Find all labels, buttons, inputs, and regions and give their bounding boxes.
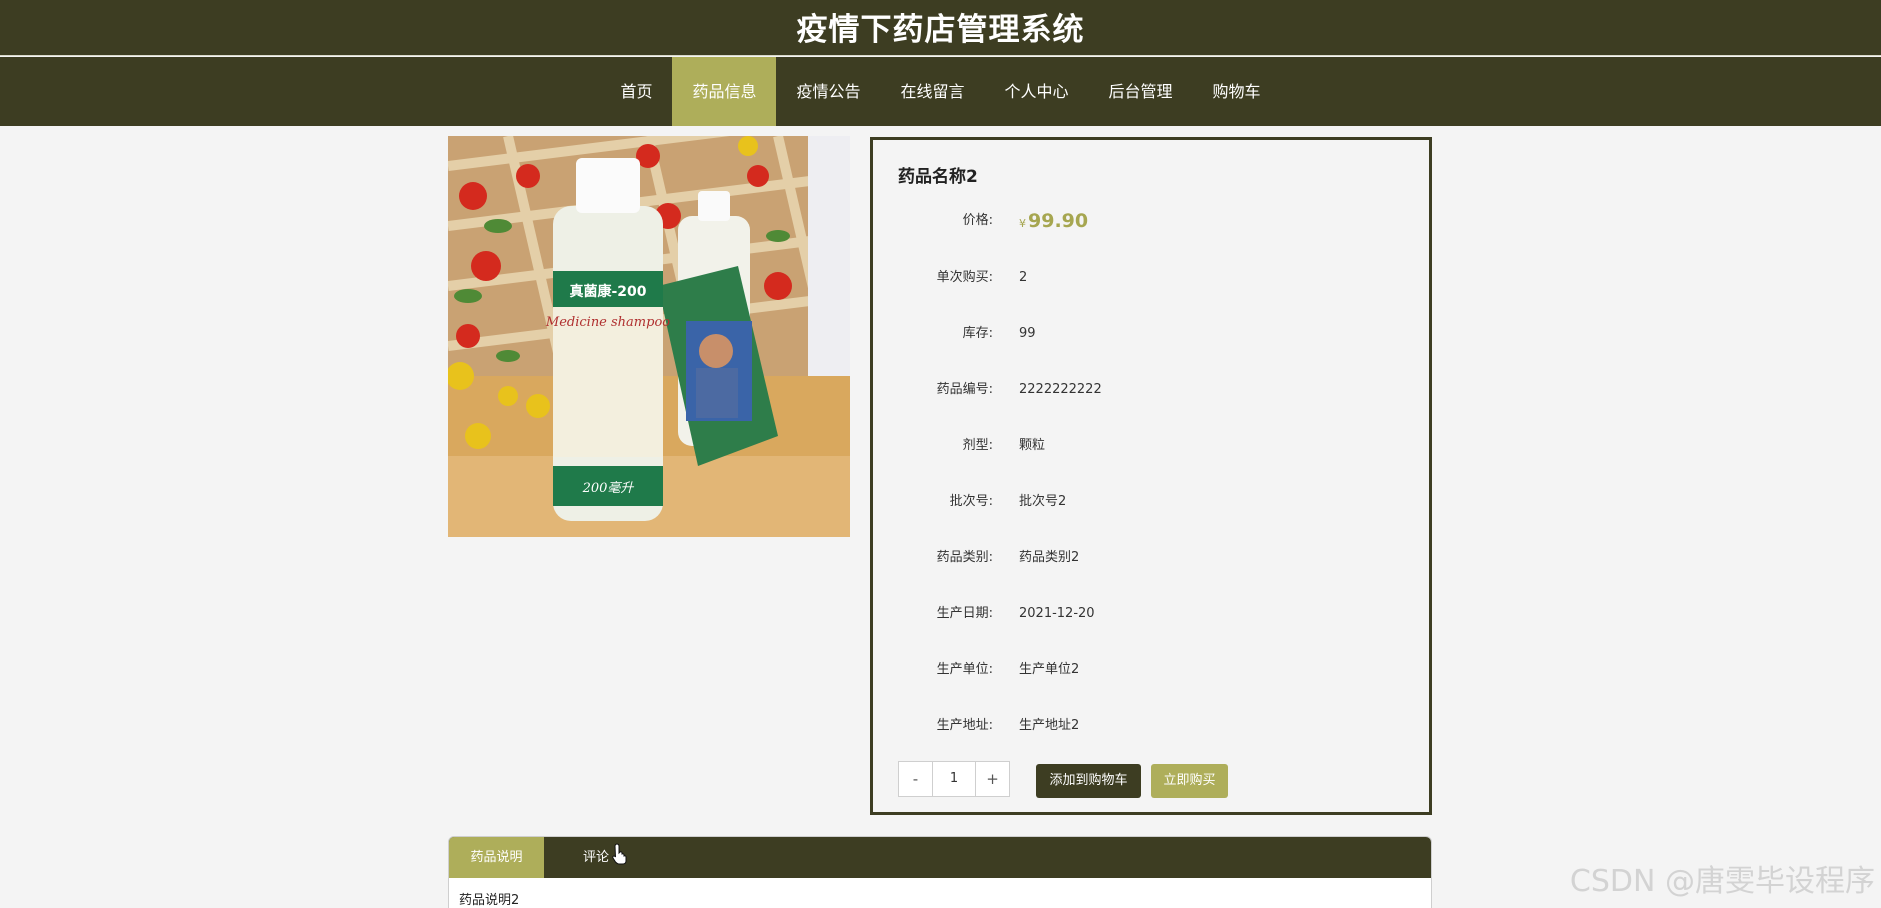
nav-item-epidemic-notice[interactable]: 疫情公告: [776, 57, 880, 126]
field-value: 生产单位2: [1019, 662, 1080, 677]
decrease-quantity-button[interactable]: -: [899, 762, 932, 796]
field-label: 库存:: [962, 326, 993, 341]
hand-cursor-icon: [612, 843, 627, 865]
field-row-dosage-form: 剂型: 颗粒: [898, 434, 1398, 458]
tab-content: 药品说明2: [459, 893, 520, 908]
nav-item-home[interactable]: 首页: [600, 57, 672, 126]
nav-item-message[interactable]: 在线留言: [880, 57, 984, 126]
field-row-single-purchase: 单次购买: 2: [898, 266, 1398, 290]
field-row-code: 药品编号: 2222222222: [898, 378, 1398, 402]
price-label: 价格:: [962, 213, 993, 228]
field-value: 颗粒: [1019, 438, 1046, 453]
site-title: 疫情下药店管理系统: [796, 12, 1085, 48]
price-value: ¥99.90: [1019, 209, 1088, 236]
bottle-subtitle-text: Medicine shampoo: [545, 315, 670, 330]
watermark: CSDN @唐雯毕设程序: [1569, 864, 1875, 899]
product-info-panel: 药品名称2 价格: ¥99.90 单次购买: 2 库存: 99 药品编号: 22…: [870, 137, 1432, 815]
currency-symbol: ¥: [1019, 217, 1026, 230]
top-header: 疫情下药店管理系统: [0, 0, 1881, 56]
field-label: 药品编号:: [936, 382, 993, 397]
field-value: 2222222222: [1019, 382, 1102, 397]
add-to-cart-button[interactable]: 添加到购物车: [1036, 764, 1141, 798]
field-value: 2: [1019, 270, 1028, 285]
nav-item-admin[interactable]: 后台管理: [1089, 57, 1193, 126]
product-image: 真菌康-200 Medicine shampoo 200毫升: [448, 136, 850, 537]
price-row: 价格: ¥99.90: [898, 209, 1398, 233]
main-nav: 首页 药品信息 疫情公告 在线留言 个人中心 后台管理 购物车: [0, 57, 1881, 126]
field-label: 生产单位:: [936, 662, 993, 677]
price-amount: 99.90: [1028, 210, 1089, 232]
tab-description[interactable]: 药品说明: [449, 837, 544, 878]
buy-now-button[interactable]: 立即购买: [1151, 764, 1228, 798]
nav-item-medicine-info[interactable]: 药品信息: [672, 57, 777, 126]
field-label: 生产地址:: [936, 718, 993, 733]
product-photo-illustration: 真菌康-200 Medicine shampoo 200毫升: [448, 136, 850, 537]
field-label: 药品类别:: [936, 550, 993, 565]
field-row-manufacturer: 生产单位: 生产单位2: [898, 658, 1398, 682]
field-value: 2021-12-20: [1019, 606, 1095, 621]
nav-item-cart[interactable]: 购物车: [1193, 57, 1281, 126]
nav-item-personal-center[interactable]: 个人中心: [985, 57, 1089, 126]
field-value: 99: [1019, 326, 1036, 341]
field-label: 生产日期:: [936, 606, 993, 621]
field-label: 剂型:: [962, 438, 993, 453]
product-name: 药品名称2: [898, 167, 978, 187]
bottle-brand-text: 真菌康-200: [569, 283, 646, 300]
field-row-category: 药品类别: 药品类别2: [898, 546, 1398, 570]
quantity-input[interactable]: 1: [932, 762, 976, 796]
field-row-batch: 批次号: 批次号2: [898, 490, 1398, 514]
field-label: 单次购买:: [936, 270, 993, 285]
nav-list: 首页 药品信息 疫情公告 在线留言 个人中心 后台管理 购物车: [0, 57, 1881, 126]
field-row-production-date: 生产日期: 2021-12-20: [898, 602, 1398, 626]
detail-tabs: 药品说明 评论 药品说明2: [448, 836, 1432, 908]
quantity-stepper: - 1 +: [898, 761, 1010, 797]
field-value: 批次号2: [1019, 494, 1067, 509]
bottle-volume-text: 200毫升: [582, 480, 635, 496]
field-label: 批次号:: [949, 494, 993, 509]
field-row-address: 生产地址: 生产地址2: [898, 714, 1398, 738]
field-row-stock: 库存: 99: [898, 322, 1398, 346]
tabs-bar: 药品说明 评论: [449, 837, 1431, 878]
increase-quantity-button[interactable]: +: [976, 762, 1009, 796]
field-value: 药品类别2: [1019, 550, 1080, 565]
field-value: 生产地址2: [1019, 718, 1080, 733]
